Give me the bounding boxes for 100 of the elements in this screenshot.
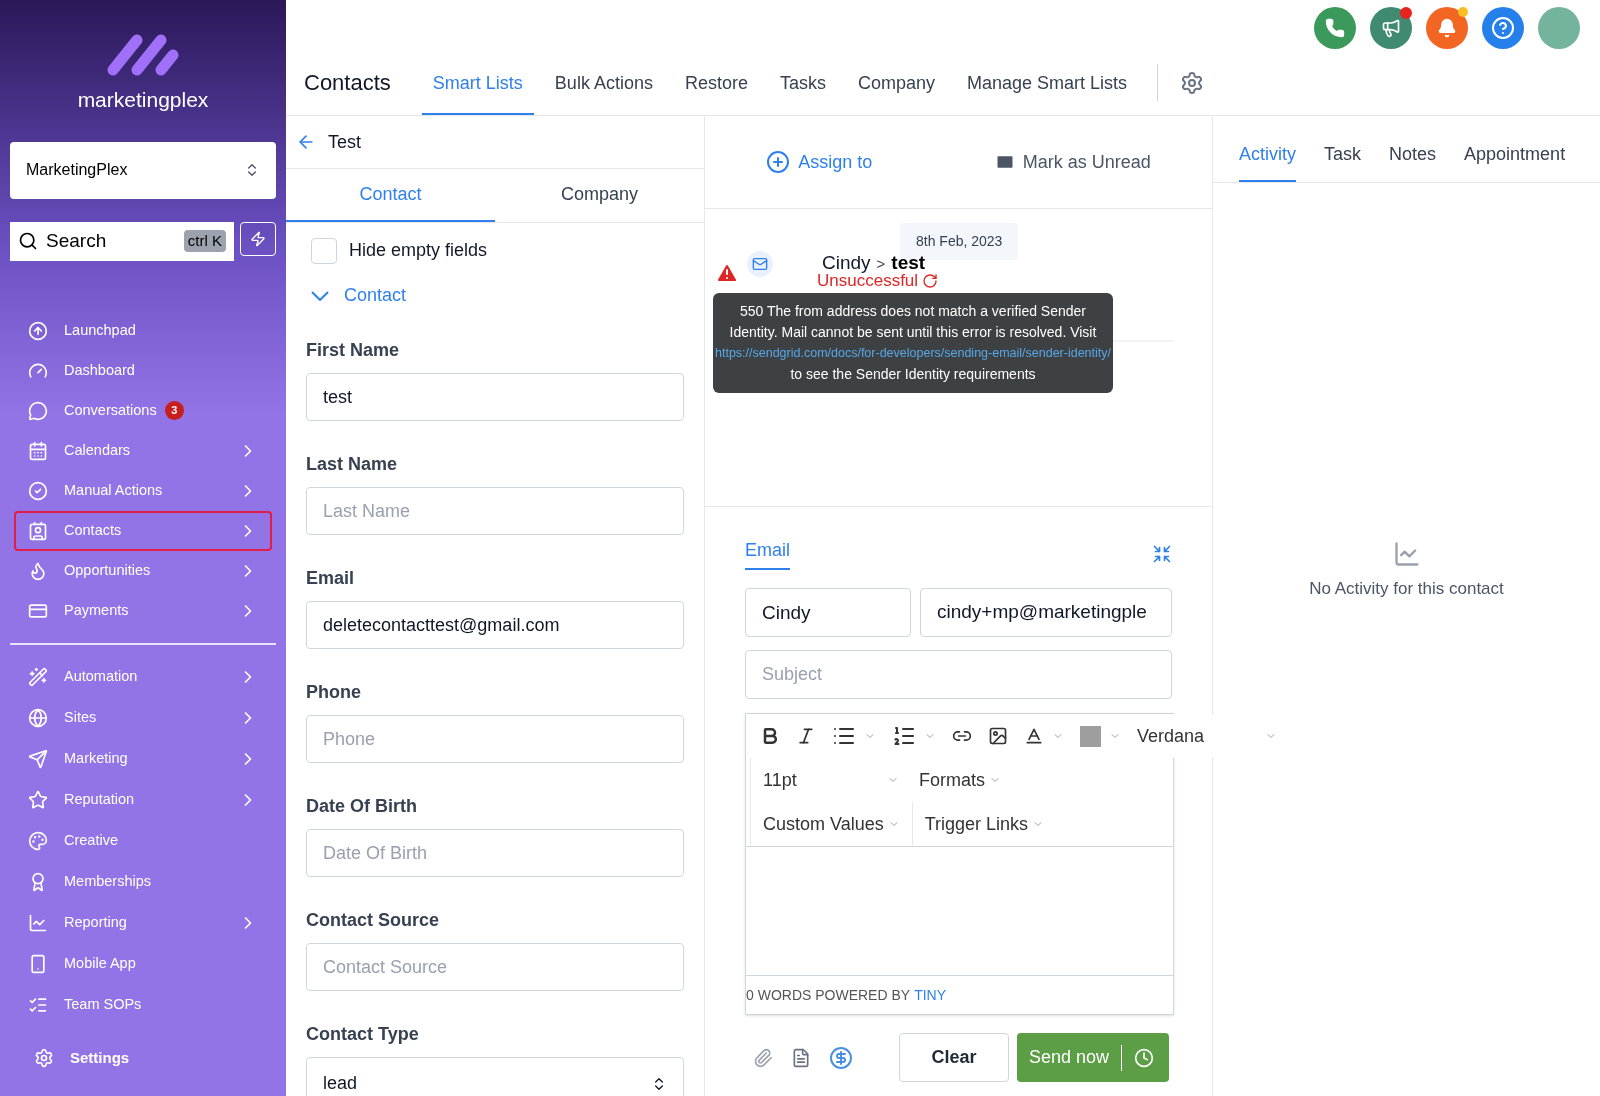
tooltip-text: 550 The from address does not match a verified Sender Identity. Mail cannot be sent until this error is resolved. Visit (728, 302, 1098, 342)
sidebar-item[interactable]: Reputation (14, 779, 272, 820)
globe-icon (28, 707, 48, 728)
tab[interactable]: Bulk Actions (543, 50, 664, 115)
sidebar-item[interactable]: Sites (14, 697, 272, 738)
sidebar-item[interactable]: Marketing (14, 738, 272, 779)
tab[interactable]: Restore (673, 50, 759, 115)
sidebar-item[interactable]: Automation (14, 656, 272, 697)
sidebar-label: Team SOPs (64, 994, 142, 1014)
account-switcher[interactable]: MarketingPlex (10, 141, 276, 199)
image-icon[interactable] (988, 726, 1008, 746)
empty-message: No Activity for this contact (1309, 578, 1504, 600)
phone-icon[interactable] (1314, 7, 1356, 49)
section-toggle[interactable]: Contact (286, 282, 704, 309)
font-size-dropdown[interactable]: 11pt (763, 766, 899, 794)
tab[interactable]: Company (495, 169, 704, 222)
name-field[interactable]: Cindy (745, 588, 911, 637)
sidebar-item[interactable]: Memberships (14, 861, 272, 902)
plus-circle-icon (766, 150, 791, 174)
mark-unread-button[interactable]: Mark as Unread (994, 148, 1151, 176)
sidebar-label: Reporting (64, 912, 127, 932)
sidebar-label: Payments (64, 600, 129, 620)
checkbox-label: Hide empty fields (349, 239, 488, 262)
highlight-color-icon[interactable] (1080, 725, 1101, 747)
palette-icon (28, 830, 48, 851)
sidebar-item[interactable]: Calendars (14, 430, 272, 471)
sidebar-label: Calendars (64, 440, 131, 460)
send-now-button[interactable]: Send now (1017, 1033, 1169, 1082)
text-color-icon[interactable] (1024, 726, 1044, 746)
email-tab[interactable]: Email (745, 537, 790, 570)
document-icon[interactable] (791, 1047, 811, 1068)
megaphone-icon[interactable] (1370, 7, 1412, 49)
sidebar-label: Automation (64, 666, 138, 686)
sidebar-label: Creative (64, 830, 118, 850)
trigger-links-dropdown[interactable]: Trigger Links (912, 802, 1045, 846)
tab[interactable]: Company (846, 50, 946, 115)
tab[interactable]: Manage Smart Lists (956, 50, 1139, 115)
field-label: Phone (306, 681, 362, 703)
text-field[interactable]: Phone (306, 715, 684, 763)
font-dropdown[interactable]: Verdana (1137, 722, 1277, 750)
paper-plane-icon (28, 748, 48, 769)
text-field[interactable]: test (306, 373, 684, 421)
sidebar-label: Contacts (64, 520, 122, 540)
select-field[interactable]: lead (306, 1057, 684, 1096)
phone-device-icon (28, 953, 48, 974)
clear-button[interactable]: Clear (899, 1033, 1009, 1082)
sidebar-item[interactable]: Mobile App (14, 943, 272, 984)
sidebar-item[interactable]: Conversations 3 (14, 390, 272, 431)
sidebar-label: Mobile App (64, 953, 136, 973)
sidebar-item[interactable]: Creative (14, 820, 272, 861)
settings-icon[interactable] (1180, 70, 1205, 95)
sidebar-item[interactable]: Contacts (14, 510, 272, 551)
avatar[interactable] (1538, 7, 1580, 49)
text-field[interactable]: Date Of Birth (306, 829, 684, 877)
field-label: Last Name (306, 453, 399, 475)
email-field[interactable]: cindy+mp@marketingple (920, 588, 1172, 637)
sidebar-item[interactable]: Reporting (14, 902, 272, 943)
sidebar-label: Launchpad (64, 320, 136, 340)
retry-icon[interactable] (922, 273, 939, 289)
text-field[interactable]: Last Name (306, 487, 684, 535)
tab[interactable]: Task (1324, 141, 1362, 182)
italic-icon[interactable] (796, 726, 816, 746)
sidebar-item[interactable]: Manual Actions (14, 470, 272, 511)
sidebar-item[interactable]: Opportunities (14, 550, 272, 591)
sidebar-label: Reputation (64, 789, 135, 809)
collapse-icon[interactable] (1152, 543, 1172, 564)
tab[interactable]: Smart Lists (421, 50, 534, 115)
settings-item[interactable]: Settings (34, 1046, 286, 1069)
dollar-icon[interactable] (829, 1045, 853, 1070)
quick-action-button[interactable] (240, 221, 276, 256)
formats-dropdown[interactable]: Formats (919, 766, 1001, 794)
tab[interactable]: Activity (1239, 141, 1296, 182)
sidebar-item[interactable]: Dashboard (14, 350, 272, 391)
text-field[interactable]: Contact Source (306, 943, 684, 991)
tiny-link[interactable]: TINY (914, 984, 947, 1006)
paperclip-icon[interactable] (753, 1047, 773, 1068)
sidebar-item[interactable]: Payments (14, 590, 272, 631)
chat-bubble-icon (28, 400, 48, 421)
search-field[interactable]: Search ctrl K (10, 221, 234, 261)
tooltip-text: to see the Sender Identity requirements (790, 365, 1036, 384)
field-label: Email (306, 567, 356, 589)
assign-button[interactable]: Assign to (766, 148, 873, 176)
sidebar-item[interactable]: Launchpad (14, 310, 272, 351)
custom-values-dropdown[interactable]: Custom Values (751, 802, 913, 846)
tab[interactable]: Notes (1389, 141, 1437, 182)
contact-name: Test (328, 130, 361, 154)
tab[interactable]: Tasks (768, 50, 837, 115)
help-icon[interactable] (1482, 7, 1524, 49)
tab[interactable]: Contact (286, 169, 495, 222)
search-input[interactable]: Search (46, 226, 184, 256)
sidebar-item[interactable]: Team SOPs (14, 984, 272, 1025)
line-chart-icon (28, 912, 48, 933)
text-field[interactable]: deletecontacttest@gmail.com (306, 601, 684, 649)
calendar-icon (28, 440, 48, 461)
numbered-list-icon[interactable] (892, 724, 916, 748)
subject-field[interactable]: Subject (745, 650, 1172, 699)
flame-icon (28, 560, 48, 581)
checkbox[interactable] (311, 237, 337, 264)
tab[interactable]: Appointment (1464, 141, 1566, 182)
bell-icon[interactable] (1426, 7, 1468, 49)
